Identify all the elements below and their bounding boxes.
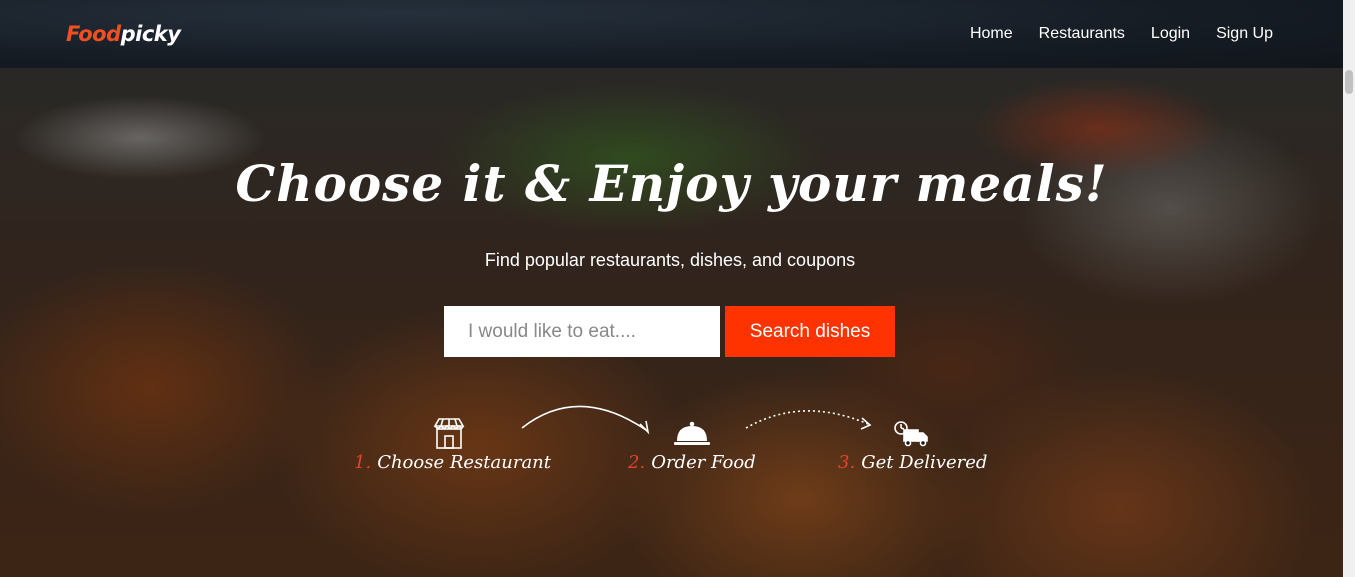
store-icon: [433, 418, 465, 449]
scrollbar-thumb[interactable]: [1345, 70, 1353, 94]
hero-section: Choose it & Enjoy your meals! Find popul…: [0, 68, 1343, 577]
hero-title: Choose it & Enjoy your meals!: [235, 154, 1108, 213]
step-number: 1.: [354, 452, 372, 473]
step-number: 3.: [838, 452, 856, 473]
nav-restaurants-link[interactable]: Restaurants: [1039, 25, 1125, 43]
nav-home-link[interactable]: Home: [970, 25, 1013, 43]
hero-subtitle: Find popular restaurants, dishes, and co…: [484, 250, 856, 270]
delivery-truck-icon: [894, 421, 928, 447]
step-order-food: 2. Order Food: [628, 452, 756, 473]
navbar: Foodpicky Home Restaurants Login Sign Up: [0, 0, 1343, 68]
curved-arrow-icon: [521, 405, 650, 435]
logo-part-picky: picky: [120, 22, 181, 46]
logo-part-food: Food: [66, 22, 121, 46]
nav-login-link[interactable]: Login: [1151, 25, 1190, 43]
dotted-arrow-icon: [745, 410, 872, 430]
page-scrollbar[interactable]: [1343, 0, 1355, 577]
step-number: 2.: [628, 452, 646, 473]
step-choose-restaurant: 1. Choose Restaurant: [354, 452, 551, 473]
step-label: Get Delivered: [861, 452, 988, 473]
cloche-icon: [674, 421, 710, 445]
nav-signup-link[interactable]: Sign Up: [1216, 25, 1273, 43]
step-label: Choose Restaurant: [377, 452, 551, 473]
nav-links: Home Restaurants Login Sign Up: [970, 25, 1273, 43]
step-get-delivered: 3. Get Delivered: [838, 452, 987, 473]
search-input[interactable]: [444, 306, 720, 357]
brand-logo[interactable]: Foodpicky: [66, 22, 181, 46]
search-dishes-button[interactable]: Search dishes: [725, 306, 895, 357]
step-label: Order Food: [651, 452, 756, 473]
